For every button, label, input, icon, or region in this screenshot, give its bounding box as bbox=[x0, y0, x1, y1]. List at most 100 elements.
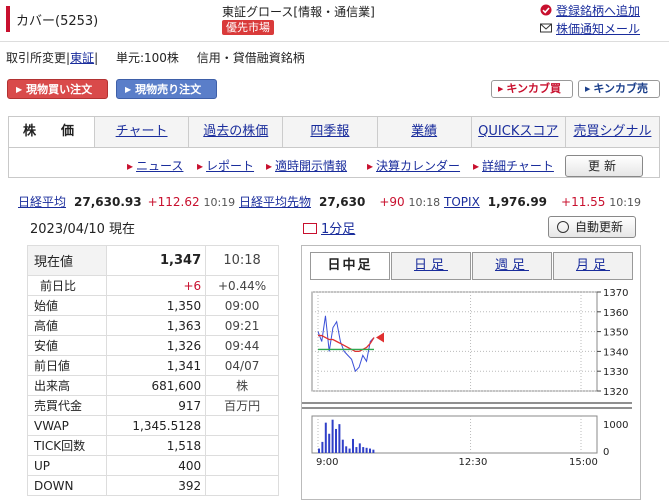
time-tick-label: 15:00 bbox=[569, 457, 598, 468]
volume-bar bbox=[341, 439, 344, 453]
quote-row: VWAP 1,345.5128 bbox=[26, 415, 279, 436]
main-tabs: 株 価 チャート 過去の株価 四季報 業績 QUICKスコア 売買シグナル bbox=[8, 116, 660, 148]
tab-stock-price[interactable]: 株 価 bbox=[9, 117, 94, 147]
tab-earnings[interactable]: 業績 bbox=[376, 117, 471, 147]
trading-unit: 単元:100株 bbox=[115, 51, 179, 65]
stock-info-row: 取引所変更|東証| 単元:100株 信用・貸借融資銘柄 bbox=[6, 49, 319, 66]
quote-extra bbox=[205, 455, 279, 476]
auto-refresh-button[interactable]: 自動更新 bbox=[548, 216, 636, 238]
nikkei-futures-time: 10:18 bbox=[408, 196, 441, 209]
volume-bar bbox=[321, 441, 324, 453]
tab-monthly[interactable]: 月足 bbox=[553, 252, 633, 280]
volume-bar bbox=[355, 447, 358, 453]
company-name: カバー(5253) bbox=[16, 14, 99, 29]
quote-value: 400 bbox=[106, 455, 207, 476]
quote-label: 始値 bbox=[26, 295, 108, 316]
prev-diff-pct: +0.44% bbox=[205, 275, 279, 296]
one-minute-link[interactable]: 1分足 bbox=[303, 218, 355, 237]
add-watchlist-link[interactable]: 登録銘柄へ追加 bbox=[540, 2, 640, 19]
quote-label: UP bbox=[26, 455, 108, 476]
nikkei-futures-link[interactable]: 日経平均先物 bbox=[239, 195, 311, 209]
quote-label: DOWN bbox=[26, 475, 108, 496]
report-link[interactable]: レポート bbox=[197, 157, 254, 174]
mail-icon bbox=[540, 23, 552, 33]
topix-value: 1,976.99 bbox=[487, 195, 548, 209]
refresh-button[interactable]: 更新 bbox=[565, 155, 643, 177]
tab-chart[interactable]: チャート bbox=[94, 117, 188, 147]
as-of-date: 2023/04/10 現在 bbox=[30, 222, 136, 237]
volume-bar bbox=[365, 447, 368, 453]
prev-diff-row: 前日比 +6 +0.44% bbox=[26, 275, 279, 296]
add-watchlist-label: 登録銘柄へ追加 bbox=[556, 4, 641, 18]
volume-bar bbox=[369, 448, 371, 453]
exchange-link[interactable]: 東証 bbox=[70, 51, 94, 65]
quote-extra: 09:44 bbox=[205, 335, 279, 356]
volume-bar bbox=[328, 433, 331, 453]
volume-bar bbox=[318, 448, 320, 453]
margin-type: 信用・貸借融資銘柄 bbox=[196, 51, 305, 65]
disclosure-link[interactable]: 適時開示情報 bbox=[266, 157, 347, 174]
quote-row: 売買代金 917 百万円 bbox=[26, 395, 279, 416]
tab-weekly[interactable]: 週足 bbox=[472, 252, 552, 280]
quote-row: 安値 1,326 09:44 bbox=[26, 335, 279, 356]
tab-trade-signal[interactable]: 売買シグナル bbox=[564, 117, 659, 147]
tab-past-prices[interactable]: 過去の株価 bbox=[188, 117, 282, 147]
quote-label: 安値 bbox=[26, 335, 108, 356]
nikkei-link[interactable]: 日経平均 bbox=[18, 195, 66, 209]
quote-row: TICK回数 1,518 bbox=[26, 435, 279, 456]
intraday-chart: 1370 1360 1350 1340 1330 1320 1000 0 9:00 12:30 15… bbox=[302, 288, 632, 468]
topix-time: 10:19 bbox=[609, 196, 641, 209]
page-header: カバー(5253) 東証グロース[情報・通信業] 優先市場 登録銘柄へ追加 株価… bbox=[0, 0, 669, 42]
quote-value: 1,326 bbox=[106, 335, 207, 356]
quote-extra: 百万円 bbox=[205, 395, 279, 416]
quote-row: 前日値 1,341 04/07 bbox=[26, 355, 279, 376]
auto-refresh-label: 自動更新 bbox=[575, 220, 624, 234]
detail-chart-link[interactable]: 詳細チャート bbox=[473, 157, 554, 174]
quote-value: 681,600 bbox=[106, 375, 207, 396]
nikkei-value: 27,630.93 bbox=[74, 195, 142, 209]
current-value: 1,347 bbox=[106, 245, 207, 276]
kinkabu-sell-button[interactable]: キンカブ売 bbox=[578, 80, 660, 98]
earnings-calendar-link[interactable]: 決算カレンダー bbox=[367, 157, 460, 174]
tab-intraday[interactable]: 日中足 bbox=[310, 252, 390, 280]
quote-row: 出来高 681,600 株 bbox=[26, 375, 279, 396]
quote-extra bbox=[205, 415, 279, 436]
price-tick-label: 1330 bbox=[603, 367, 628, 378]
cash-buy-button[interactable]: 現物買い注文 bbox=[7, 79, 108, 99]
cash-sell-button[interactable]: 現物売り注文 bbox=[116, 79, 217, 99]
quote-extra bbox=[205, 475, 279, 496]
volume-tick-label: 0 bbox=[603, 447, 609, 458]
time-tick-label: 9:00 bbox=[316, 457, 338, 468]
clock-icon bbox=[557, 221, 569, 233]
quote-label: TICK回数 bbox=[26, 435, 108, 456]
topix-link[interactable]: TOPIX bbox=[444, 195, 480, 209]
nikkei-futures-value: 27,630 bbox=[319, 195, 366, 209]
price-tick-label: 1350 bbox=[603, 328, 628, 339]
volume-bar bbox=[348, 448, 351, 453]
tab-quick-score[interactable]: QUICKスコア bbox=[470, 117, 565, 147]
prev-diff-value: +6 bbox=[106, 275, 207, 296]
price-alert-label: 株価通知メール bbox=[556, 22, 641, 36]
news-link[interactable]: ニュース bbox=[127, 157, 183, 174]
quote-label: VWAP bbox=[26, 415, 108, 436]
price-tick-label: 1320 bbox=[603, 387, 628, 398]
market-label: 東証グロース[情報・通信業] bbox=[222, 5, 375, 19]
volume-bar bbox=[345, 446, 348, 453]
quote-value: 1,350 bbox=[106, 295, 207, 316]
quote-value: 1,341 bbox=[106, 355, 207, 376]
volume-tick-label: 1000 bbox=[603, 420, 628, 431]
quote-label: 売買代金 bbox=[26, 395, 108, 416]
current-price-row: 現在値 1,347 10:18 bbox=[26, 245, 279, 276]
tab-shikiho[interactable]: 四季報 bbox=[282, 117, 376, 147]
volume-bar bbox=[331, 419, 334, 453]
volume-bar bbox=[372, 449, 375, 453]
window-icon bbox=[303, 223, 317, 234]
tab-daily[interactable]: 日足 bbox=[391, 252, 471, 280]
topix-change: +11.55 bbox=[561, 195, 606, 209]
kinkabu-buy-button[interactable]: キンカブ買 bbox=[491, 80, 573, 98]
accent-bar bbox=[6, 6, 10, 32]
price-alert-link[interactable]: 株価通知メール bbox=[540, 20, 640, 37]
quote-extra: 09:21 bbox=[205, 315, 279, 336]
quote-extra: 04/07 bbox=[205, 355, 279, 376]
quote-row: 高値 1,363 09:21 bbox=[26, 315, 279, 336]
